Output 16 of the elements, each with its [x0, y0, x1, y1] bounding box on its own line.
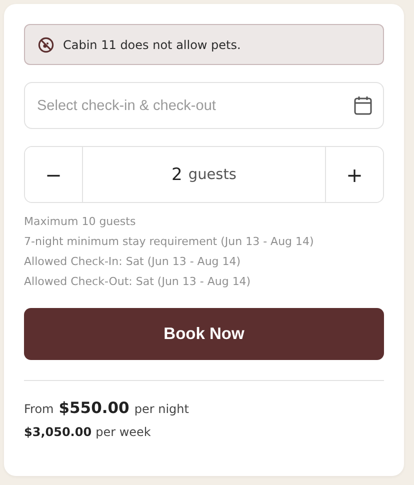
date-field[interactable]: Select check-in & check-out	[24, 82, 384, 129]
weekly-price: $3,050.00	[24, 425, 92, 439]
calendar-icon[interactable]	[354, 96, 372, 115]
nightly-price: $550.00	[58, 399, 130, 417]
no-pets-icon	[38, 36, 54, 52]
price-unit: per night	[134, 402, 189, 416]
price-unit: per week	[96, 425, 151, 439]
booking-note: Allowed Check-Out: Sat (Jun 13 - Aug 14)	[24, 274, 252, 290]
booking-note: Allowed Check-In: Sat (Jun 13 - Aug 14)	[24, 254, 242, 270]
guest-unit: guests	[188, 166, 236, 182]
guest-count: 2	[172, 164, 182, 184]
book-now-button[interactable]: Book Now	[24, 308, 384, 360]
booking-note: Maximum 10 guests	[24, 214, 137, 230]
booking-note: 7-night minimum stay requirement (Jun 13 - Aug 14)	[24, 234, 315, 250]
notice-text: Cabin 11 does not allow pets.	[63, 38, 241, 52]
price-prefix: From	[24, 402, 54, 416]
